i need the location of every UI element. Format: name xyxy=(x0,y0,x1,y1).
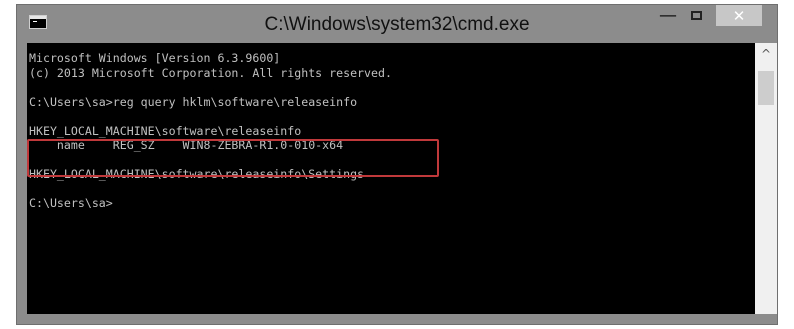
cmd-window: C:\Windows\system32\cmd.exe — ✕ Microsof… xyxy=(16,4,778,325)
minimize-icon: — xyxy=(659,5,677,26)
minimize-button[interactable]: — xyxy=(655,5,681,26)
chevron-up-icon: ^ xyxy=(760,47,772,61)
highlight-box xyxy=(27,139,439,177)
console-line: (c) 2013 Microsoft Corporation. All righ… xyxy=(29,65,392,80)
scroll-thumb[interactable] xyxy=(758,71,774,105)
console-line: HKEY_LOCAL_MACHINE\software\releaseinfo xyxy=(29,123,302,138)
console-text: Microsoft Windows [Version 6.3.9600] (c) … xyxy=(29,51,392,211)
maximize-button[interactable] xyxy=(683,5,709,26)
maximize-icon xyxy=(690,11,702,20)
console-line: Microsoft Windows [Version 6.3.9600] xyxy=(29,51,281,65)
console-prompt: C:\Users\sa> xyxy=(29,196,113,210)
console-output[interactable]: Microsoft Windows [Version 6.3.9600] (c) … xyxy=(27,43,755,314)
console-line: C:\Users\sa>reg query hklm\software\rele… xyxy=(29,94,358,109)
close-button[interactable]: ✕ xyxy=(716,5,762,26)
vertical-scrollbar[interactable]: ^ xyxy=(755,43,777,314)
scroll-up-button[interactable]: ^ xyxy=(755,43,777,65)
close-icon: ✕ xyxy=(732,6,746,25)
title-bar[interactable]: C:\Windows\system32\cmd.exe — ✕ xyxy=(17,5,777,43)
